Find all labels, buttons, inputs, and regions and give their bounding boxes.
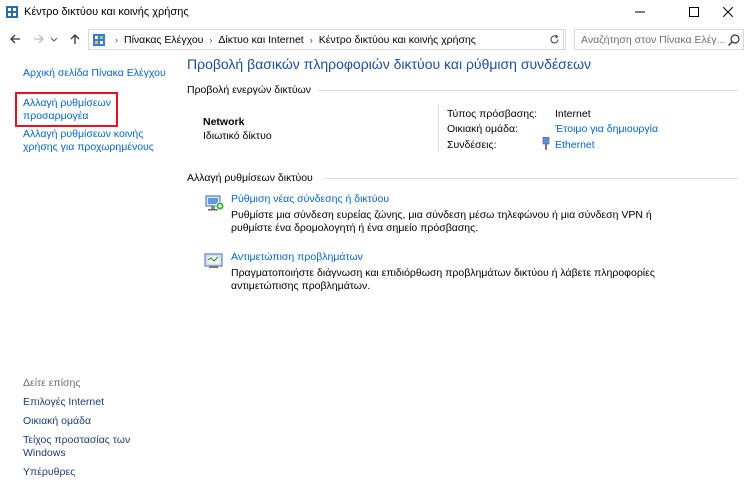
- advanced-sharing-settings-link[interactable]: Αλλαγή ρυθμίσεων κοινής χρήσης για προχω…: [23, 128, 154, 154]
- title-bar: Κέντρο δικτύου και κοινής χρήσης: [0, 0, 750, 26]
- breadcrumb-separator: ›: [115, 34, 118, 45]
- search-box[interactable]: Αναζήτηση στον Πίνακα Ελέγ...: [574, 29, 744, 50]
- section-divider: [318, 90, 738, 91]
- refresh-button[interactable]: [546, 29, 564, 50]
- breadcrumb: › Πίνακας Ελέγχου › Δίκτυο και Internet …: [109, 30, 476, 49]
- change-settings-heading: Αλλαγή ρυθμίσεων δικτύου: [187, 172, 313, 184]
- network-center-icon: [6, 6, 18, 18]
- network-type: Ιδιωτικό δίκτυο: [203, 130, 272, 142]
- setup-connection-description: Ρυθμίστε μια σύνδεση ευρείας ζώνης, μια …: [231, 209, 652, 234]
- close-button[interactable]: [706, 0, 750, 24]
- section-divider: [324, 178, 738, 179]
- breadcrumb-item-control-panel[interactable]: Πίνακας Ελέγχου: [124, 34, 203, 46]
- minimize-button[interactable]: [618, 0, 662, 24]
- setup-connection-link[interactable]: Ρύθμιση νέας σύνδεσης ή δικτύου: [231, 193, 389, 205]
- search-icon[interactable]: [727, 33, 741, 47]
- chevron-down-icon: [50, 37, 58, 42]
- minimize-icon: [635, 11, 645, 13]
- active-networks-heading: Προβολή ενεργών δικτύων: [187, 84, 312, 96]
- homegroup-link[interactable]: Οικιακή ομάδα: [23, 415, 91, 428]
- access-type-label: Τύπος πρόσβασης:: [447, 108, 538, 120]
- internet-options-link[interactable]: Επιλογές Internet: [23, 396, 104, 409]
- maximize-icon: [689, 7, 699, 17]
- back-arrow-icon: [10, 34, 20, 44]
- access-type-value: Internet: [555, 108, 591, 120]
- vertical-divider: [438, 104, 439, 152]
- windows-firewall-link[interactable]: Τείχος προστασίας των Windows: [23, 434, 130, 460]
- troubleshoot-icon: [204, 253, 223, 268]
- ethernet-connection-link[interactable]: Ethernet: [555, 139, 595, 151]
- breadcrumb-item-network-internet[interactable]: Δίκτυο και Internet: [218, 34, 303, 46]
- control-panel-home-link[interactable]: Αρχική σελίδα Πίνακα Ελέγχου: [23, 67, 166, 80]
- infrared-link[interactable]: Υπέρυθρες: [23, 466, 75, 479]
- breadcrumb-separator[interactable]: ›: [209, 35, 212, 45]
- troubleshoot-description: Πραγματοποιήστε διάγνωση και επιδιόρθωση…: [231, 267, 655, 292]
- back-button[interactable]: [6, 29, 24, 49]
- troubleshoot-link[interactable]: Αντιμετώπιση προβλημάτων: [231, 251, 363, 263]
- breadcrumb-item-network-center[interactable]: Κέντρο δικτύου και κοινής χρήσης: [319, 34, 476, 46]
- network-setup-icon: [205, 195, 225, 211]
- homegroup-value-link[interactable]: Έτοιμο για δημιουργία: [555, 123, 658, 135]
- forward-button[interactable]: [30, 29, 48, 49]
- network-name: Network: [203, 116, 245, 128]
- highlight-box: [15, 92, 118, 127]
- search-input[interactable]: Αναζήτηση στον Πίνακα Ελέγ...: [581, 34, 725, 46]
- forward-arrow-icon: [34, 34, 44, 44]
- see-also-heading: Δείτε επίσης: [23, 377, 81, 389]
- homegroup-label: Οικιακή ομάδα:: [447, 123, 518, 135]
- page-title: Προβολή βασικών πληροφοριών δικτύου και …: [187, 56, 591, 72]
- address-bar[interactable]: › Πίνακας Ελέγχου › Δίκτυο και Internet …: [88, 29, 628, 50]
- control-panel-icon: [93, 34, 105, 46]
- close-icon: [723, 7, 733, 17]
- up-arrow-icon: [70, 34, 80, 44]
- navigation-bar: › Πίνακας Ελέγχου › Δίκτυο και Internet …: [0, 26, 750, 52]
- up-button[interactable]: [66, 29, 84, 49]
- breadcrumb-separator[interactable]: ›: [310, 35, 313, 45]
- recent-locations-button[interactable]: [48, 29, 60, 49]
- window-title: Κέντρο δικτύου και κοινής χρήσης: [24, 6, 189, 18]
- refresh-icon: [550, 34, 559, 44]
- connections-label: Συνδέσεις:: [447, 139, 497, 151]
- ethernet-icon: [542, 137, 550, 150]
